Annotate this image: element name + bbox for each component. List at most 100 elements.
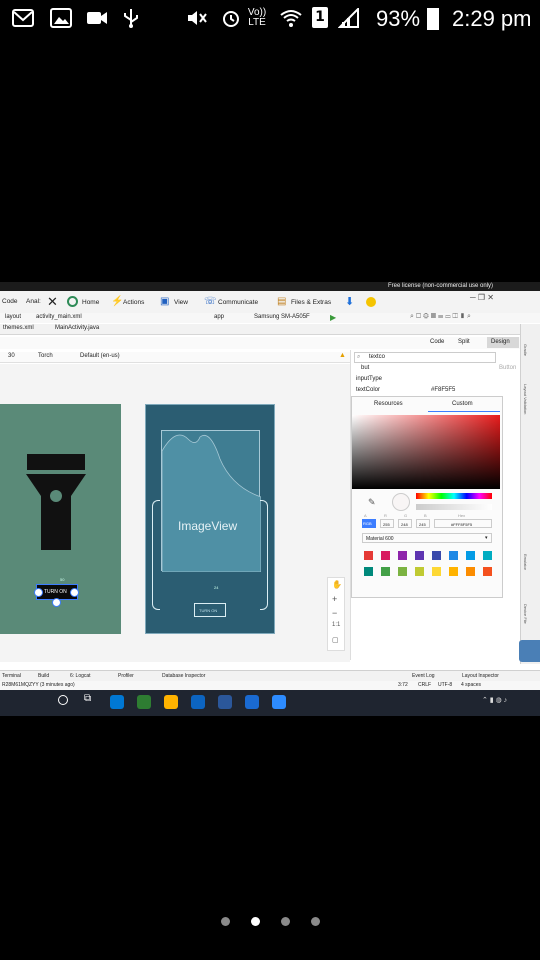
tray-icons[interactable]: ⌃ ▮ ◍ ♪ xyxy=(482,696,507,704)
event-log-tab[interactable]: Event Log xyxy=(412,673,435,679)
emoji-icon[interactable] xyxy=(366,297,376,307)
taskbar-app-icon[interactable] xyxy=(272,695,286,709)
search-icon[interactable] xyxy=(58,695,68,705)
hue-slider[interactable] xyxy=(416,493,492,499)
device-dropdown[interactable]: Samsung SM-A505F xyxy=(254,314,310,320)
analyze-menu[interactable]: Anal: xyxy=(26,298,41,305)
terminal-tab[interactable]: Terminal xyxy=(2,673,21,679)
task-view-icon[interactable]: ⧉ xyxy=(84,693,91,704)
communicate-menu[interactable]: Communicate xyxy=(218,299,258,306)
imageview-box[interactable]: ImageView xyxy=(161,430,261,572)
actions-menu[interactable]: Actions xyxy=(123,299,144,306)
red-field[interactable]: 248 xyxy=(398,519,412,528)
clock: 2:29 pm xyxy=(452,6,532,31)
hex-field[interactable]: #FFF8F5F5 xyxy=(434,519,492,528)
build-tab[interactable]: Build xyxy=(38,673,49,679)
turn-on-button-blueprint[interactable]: TURN ON xyxy=(194,603,226,617)
attribute-search[interactable]: ⌕ textco xyxy=(354,352,496,363)
tab-resources[interactable]: Resources xyxy=(374,401,403,407)
breadcrumb-layout[interactable]: layout xyxy=(5,314,21,320)
color-swatch[interactable] xyxy=(381,567,390,576)
alpha-slider[interactable] xyxy=(416,504,492,510)
color-swatch[interactable] xyxy=(381,551,390,560)
module-dropdown[interactable]: app xyxy=(214,314,224,320)
layout-validation-tab[interactable]: Layout Validation xyxy=(523,384,528,414)
tab-custom-underline xyxy=(428,411,500,412)
green-label: G xyxy=(404,513,408,518)
download-icon[interactable]: ⬇ xyxy=(345,295,354,308)
teamviewer-side-tab[interactable] xyxy=(519,640,540,662)
color-swatch[interactable] xyxy=(364,567,373,576)
taskbar-app-icon[interactable] xyxy=(137,695,151,709)
zoom-in-icon[interactable]: + xyxy=(332,594,337,604)
layout-inspector-tab[interactable]: Layout Inspector xyxy=(462,673,499,679)
color-swatch[interactable] xyxy=(432,567,441,576)
split-mode-button[interactable]: Split xyxy=(458,339,470,345)
color-swatch[interactable] xyxy=(398,567,407,576)
palette-dropdown[interactable]: Material 600 ▾ xyxy=(362,533,492,543)
color-swatch[interactable] xyxy=(466,567,475,576)
theme-dropdown[interactable]: Torch xyxy=(38,353,53,359)
color-swatch[interactable] xyxy=(483,567,492,576)
color-swatch[interactable] xyxy=(398,551,407,560)
home-button[interactable]: Home xyxy=(82,299,99,306)
selection-handle[interactable] xyxy=(70,588,79,597)
color-swatch[interactable] xyxy=(432,551,441,560)
taskbar-app-icon[interactable] xyxy=(164,695,178,709)
color-swatch[interactable] xyxy=(466,551,475,560)
page-dot[interactable] xyxy=(251,917,260,926)
run-icon[interactable]: ▶ xyxy=(330,313,336,322)
close-icon[interactable]: ✕ xyxy=(47,294,58,310)
window-controls[interactable]: ─ ❐ ✕ xyxy=(470,293,494,302)
api-level-dropdown[interactable]: 30 xyxy=(8,353,15,359)
page-dot[interactable] xyxy=(311,917,320,926)
fit-icon[interactable]: 1:1 xyxy=(332,622,340,628)
text-color-value[interactable]: #F8F5F5 xyxy=(431,387,455,393)
color-swatch[interactable] xyxy=(415,551,424,560)
gmail-icon xyxy=(12,9,34,27)
tab-custom[interactable]: Custom xyxy=(452,401,473,407)
code-menu[interactable]: Code xyxy=(2,298,18,305)
eyedropper-icon[interactable]: ✎ xyxy=(368,497,376,508)
fit-screen-icon[interactable]: ▢ xyxy=(332,636,339,644)
alpha-field[interactable]: 255 xyxy=(380,519,394,528)
color-swatch[interactable] xyxy=(483,551,492,560)
tab-themes[interactable]: themes.xml xyxy=(3,325,34,331)
zoom-out-icon[interactable]: − xyxy=(332,608,337,618)
line-separator[interactable]: CRLF xyxy=(418,682,431,688)
design-mode-button[interactable]: Design xyxy=(491,339,510,345)
color-swatch[interactable] xyxy=(449,551,458,560)
file-encoding[interactable]: UTF-8 xyxy=(438,682,452,688)
color-mode-toggle[interactable]: RGB xyxy=(362,519,376,528)
taskbar-app-icon[interactable] xyxy=(110,695,124,709)
ide-tool-icons[interactable]: ⌕ ▢ ⚙ ▦ ☰ ▭ ◫ ▮ ⌕ xyxy=(410,313,471,321)
color-swatch[interactable] xyxy=(415,567,424,576)
green-field[interactable]: 245 xyxy=(416,519,430,528)
view-menu[interactable]: View xyxy=(174,299,188,306)
code-mode-button[interactable]: Code xyxy=(430,339,444,345)
page-dot[interactable] xyxy=(221,917,230,926)
selection-handle[interactable] xyxy=(34,588,43,597)
device-file-tab[interactable]: Device File xyxy=(523,604,528,624)
taskbar-app-icon[interactable] xyxy=(191,695,205,709)
taskbar-app-icon[interactable] xyxy=(245,695,259,709)
breadcrumb-file[interactable]: activity_main.xml xyxy=(36,314,82,320)
locale-dropdown[interactable]: Default (en-us) xyxy=(80,353,120,359)
color-swatch[interactable] xyxy=(364,551,373,560)
selection-handle[interactable] xyxy=(52,598,61,607)
logcat-tab[interactable]: 6: Logcat xyxy=(70,673,91,679)
emulator-tab[interactable]: Emulator xyxy=(523,554,528,570)
gradle-tab[interactable]: Gradle xyxy=(523,344,528,356)
files-menu[interactable]: Files & Extras xyxy=(291,299,331,306)
page-dot[interactable] xyxy=(281,917,290,926)
pan-icon[interactable]: ✋ xyxy=(332,580,342,589)
color-saturation-area[interactable] xyxy=(352,415,500,489)
indent-setting[interactable]: 4 spaces xyxy=(461,682,481,688)
taskbar-app-icon[interactable] xyxy=(218,695,232,709)
warning-icon[interactable]: ▲ xyxy=(339,352,346,359)
color-swatch[interactable] xyxy=(449,567,458,576)
database-inspector-tab[interactable]: Database Inspector xyxy=(162,673,205,679)
cursor-position[interactable]: 3:72 xyxy=(398,682,408,688)
profiler-tab[interactable]: Profiler xyxy=(118,673,134,679)
tab-mainactivity[interactable]: MainActivity.java xyxy=(55,325,99,331)
